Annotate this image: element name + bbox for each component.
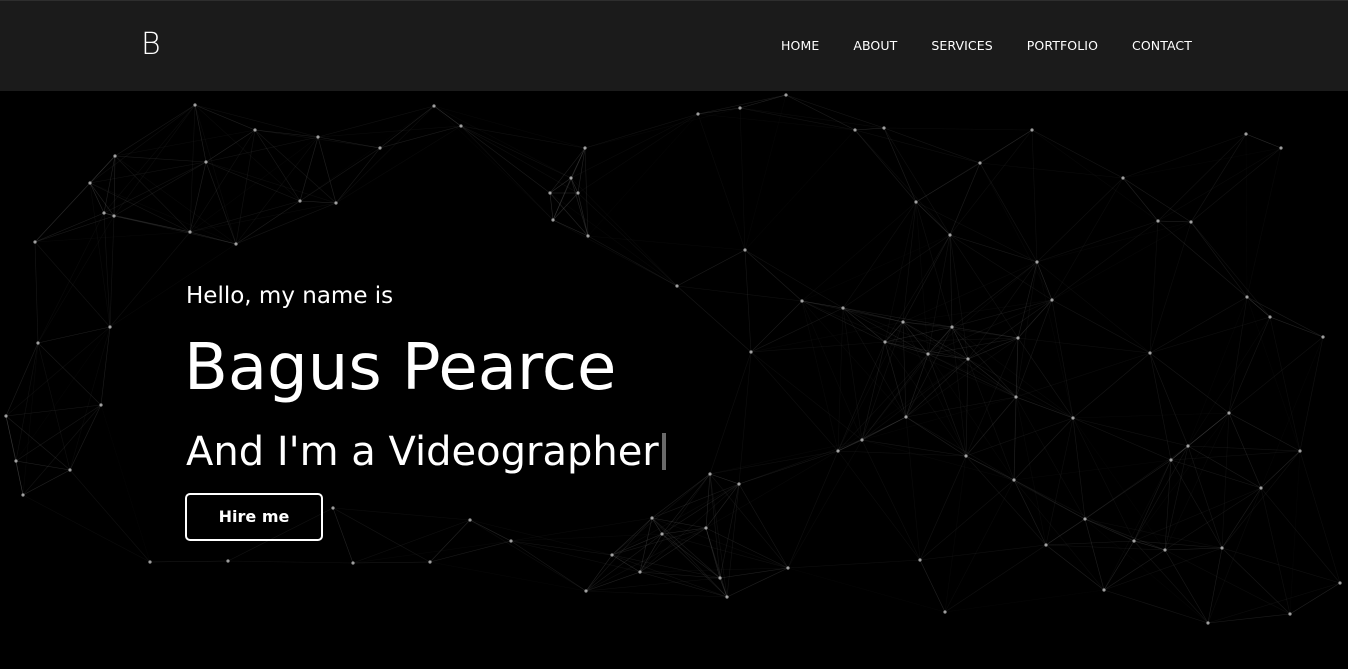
nav-link-portfolio[interactable]: PORTFOLIO [1027,38,1098,54]
hero-greeting: Hello, my name is [186,283,394,309]
hire-me-button[interactable]: Hire me [185,493,323,541]
hero-role-typed: Videographer [388,429,659,475]
typing-cursor [661,432,666,470]
main-nav: HOME ABOUT SERVICES PORTFOLIO CONTACT [781,38,1192,54]
nav-link-home[interactable]: HOME [781,38,819,54]
hero-name: Bagus Pearce [184,331,617,405]
hero-section: Hello, my name is Bagus Pearce And I'm a… [184,280,666,475]
nav-link-contact[interactable]: CONTACT [1132,38,1192,54]
portfolio-page: B HOME ABOUT SERVICES PORTFOLIO CONTACT … [0,0,1348,669]
top-navbar: B HOME ABOUT SERVICES PORTFOLIO CONTACT [0,0,1348,91]
hero-role-prefix: And I'm a [186,429,389,475]
hero-role-line: And I'm a Videographer [186,427,666,477]
nav-link-about[interactable]: ABOUT [853,38,897,54]
nav-link-services[interactable]: SERVICES [931,38,992,54]
brand-logo[interactable]: B [141,27,161,63]
